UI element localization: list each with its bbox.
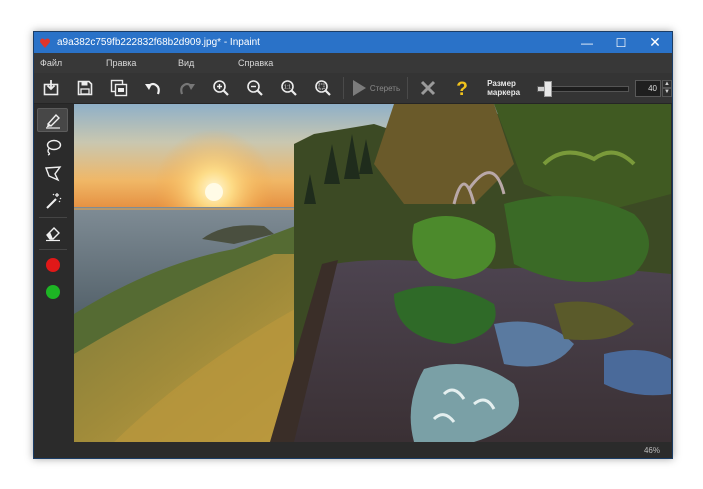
- magic-wand-icon: [45, 193, 61, 209]
- zoom-in-button[interactable]: [204, 75, 238, 101]
- save-as-button[interactable]: [102, 75, 136, 101]
- erase-button[interactable]: Стереть: [347, 75, 404, 101]
- title-bar: a9a382c759fb222832f68b2d909.jpg* - Inpai…: [34, 32, 672, 53]
- erase-label: Стереть: [369, 83, 401, 93]
- zoom-in-icon: [213, 80, 229, 96]
- menu-bar: Файл Правка Вид Справка: [34, 53, 672, 73]
- menu-file[interactable]: Файл: [34, 58, 100, 68]
- red-color-swatch: [45, 258, 60, 272]
- zoom-level: 46%: [643, 445, 660, 455]
- menu-help[interactable]: Справка: [232, 58, 273, 68]
- zoom-out-icon: [247, 80, 263, 96]
- window-title: a9a382c759fb222832f68b2d909.jpg* - Inpai…: [57, 37, 260, 48]
- actual-size-icon: 1:1: [281, 80, 297, 96]
- svg-text:?: ?: [456, 79, 468, 98]
- svg-text:1:1: 1:1: [284, 85, 291, 91]
- menu-view[interactable]: Вид: [172, 58, 232, 68]
- marker-size-spinner: ▲ ▼: [662, 79, 673, 97]
- image-canvas[interactable]: [74, 104, 671, 442]
- sidebar-divider: [39, 217, 67, 218]
- redo-icon: [180, 82, 195, 95]
- actual-size-button[interactable]: 1:1: [272, 75, 306, 101]
- open-button[interactable]: [34, 75, 68, 101]
- toolbar-divider: [407, 77, 409, 99]
- save-icon: [77, 80, 93, 96]
- question-mark-icon: ?: [456, 79, 468, 98]
- landscape-photo: [74, 104, 671, 442]
- magic-wand-tool-button[interactable]: [37, 189, 68, 213]
- sidebar-divider: [39, 249, 67, 250]
- marker-size-label: Размер маркера: [487, 79, 521, 97]
- fit-icon: [315, 80, 331, 96]
- cancel-button[interactable]: [411, 75, 445, 101]
- close-button[interactable]: ✕: [638, 32, 672, 53]
- spin-up-icon[interactable]: ▲: [662, 79, 673, 88]
- marker-icon: [45, 113, 60, 129]
- close-icon: [421, 80, 436, 96]
- slider-thumb[interactable]: [544, 81, 553, 97]
- play-icon: [352, 80, 366, 96]
- eraser-tool-button[interactable]: [37, 221, 68, 245]
- undo-icon: [144, 82, 160, 95]
- marker-size-slider[interactable]: [537, 79, 630, 97]
- zoom-out-button[interactable]: [238, 75, 272, 101]
- spin-down-icon[interactable]: ▼: [662, 88, 673, 97]
- polygon-lasso-icon: [44, 166, 61, 182]
- green-color-swatch: [45, 285, 60, 299]
- save-as-icon: [110, 79, 128, 97]
- tool-sidebar: [34, 104, 72, 442]
- toolbar: 1:1 Стереть ? Размер маркера 40 ▲ ▼: [34, 73, 673, 104]
- save-button[interactable]: [68, 75, 102, 101]
- help-button[interactable]: ?: [445, 75, 479, 101]
- marker-size-input[interactable]: 40: [635, 79, 662, 97]
- redo-button[interactable]: [170, 75, 204, 101]
- status-bar: 46%: [34, 442, 672, 458]
- polygon-lasso-tool-button[interactable]: [37, 162, 68, 186]
- lasso-tool-button[interactable]: [37, 135, 68, 159]
- fit-to-window-button[interactable]: [306, 75, 340, 101]
- menu-edit[interactable]: Правка: [100, 58, 172, 68]
- app-window: a9a382c759fb222832f68b2d909.jpg* - Inpai…: [33, 31, 673, 459]
- eraser-icon: [45, 227, 60, 242]
- lasso-icon: [46, 139, 61, 156]
- red-color-button[interactable]: [37, 253, 68, 277]
- undo-button[interactable]: [136, 75, 170, 101]
- minimize-button[interactable]: —: [570, 32, 604, 53]
- inpaint-logo-icon: [40, 38, 50, 48]
- toolbar-divider: [342, 77, 344, 99]
- maximize-button[interactable]: ☐: [604, 32, 638, 53]
- green-color-button[interactable]: [37, 280, 68, 304]
- open-icon: [43, 80, 59, 96]
- marker-tool-button[interactable]: [37, 108, 68, 132]
